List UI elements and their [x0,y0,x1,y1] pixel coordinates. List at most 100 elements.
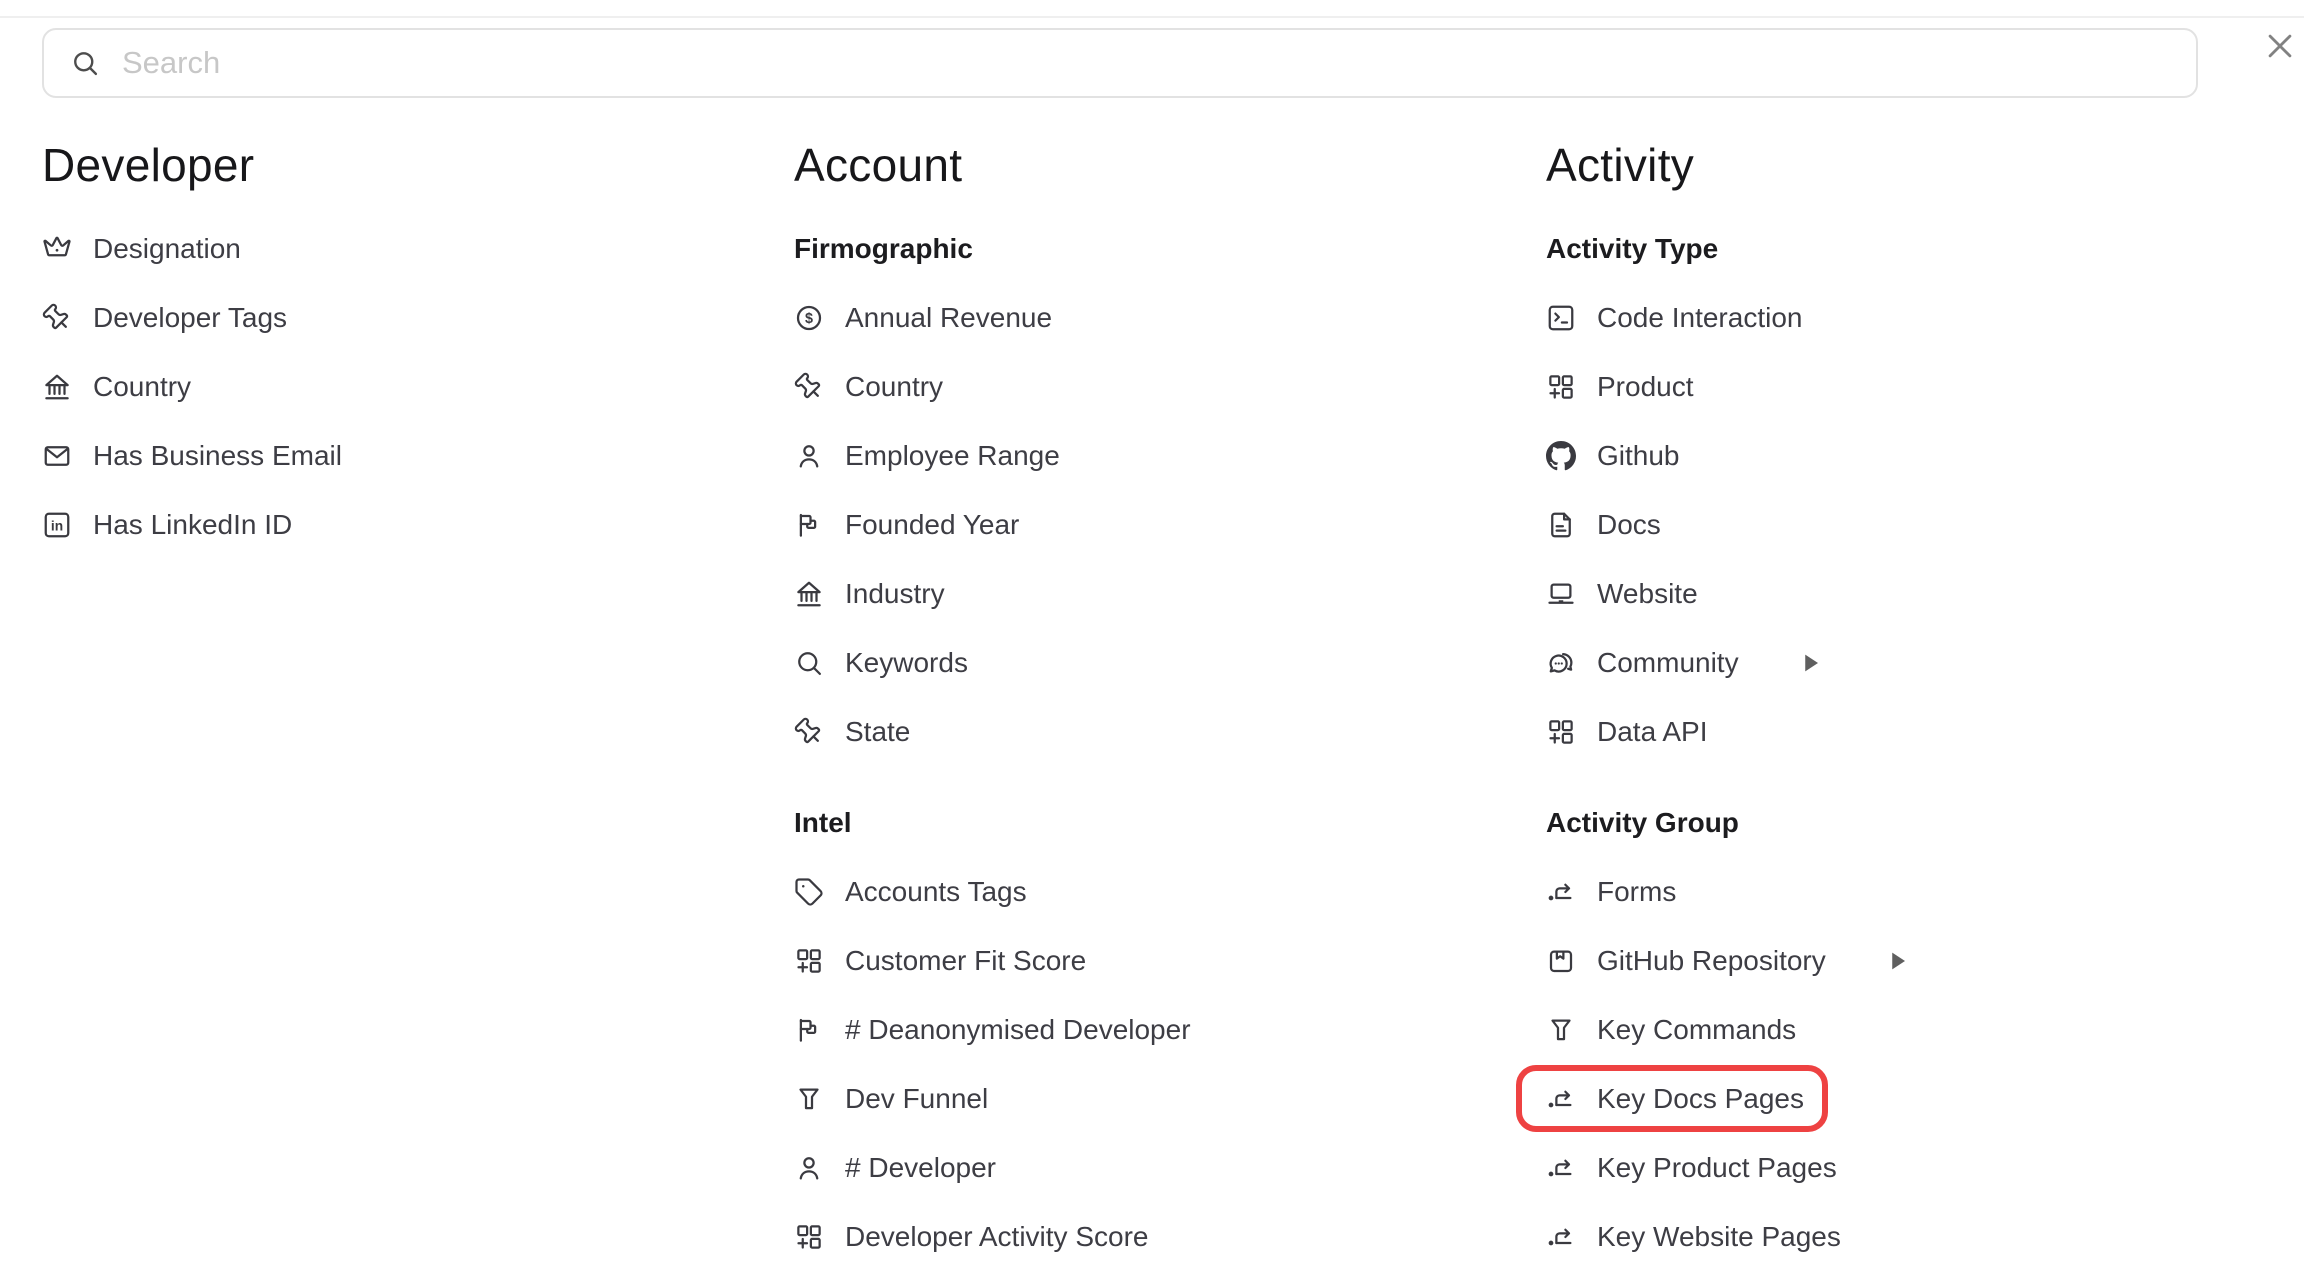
section-intel: Intel Accounts Tags Customer Fit Score # De… [794,788,1509,1271]
menu-item-label: Accounts Tags [845,876,1027,908]
menu-item-label: Keywords [845,647,968,679]
menu-item-label: Key Docs Pages [1597,1083,1804,1115]
menu-item-github-repository[interactable]: GitHub Repository [1546,926,1906,995]
column-title-activity: Activity [1546,138,2261,214]
funnel-icon [1546,1015,1576,1045]
menu-item-forms[interactable]: Forms [1546,857,1676,926]
menu-item-annual-revenue[interactable]: $ Annual Revenue [794,283,1052,352]
menu-item-github[interactable]: Github [1546,421,1680,490]
menu-item-label: Data API [1597,716,1708,748]
menu-item-developer[interactable]: # Developer [794,1133,996,1202]
menu-item-country[interactable]: Country [42,352,191,421]
menu-item-key-product-pages[interactable]: Key Product Pages [1546,1133,1837,1202]
column-account: AccountFirmographic $ Annual Revenue Countr… [794,138,1509,1271]
grid-plus-icon [1546,372,1576,402]
menu-item-country[interactable]: Country [794,352,943,421]
menu-item-designation[interactable]: Designation [42,214,241,283]
user-icon [794,441,824,471]
menu-item-label: Code Interaction [1597,302,1802,334]
column-title-account: Account [794,138,1509,214]
menu-item-key-docs-pages[interactable]: Key Docs Pages [1546,1064,1804,1133]
section-activity-group: Activity Group Forms GitHub Repository Key … [1546,788,2261,1271]
menu-item-deanonymised-developer[interactable]: # Deanonymised Developer [794,995,1191,1064]
menu-item-founded-year[interactable]: Founded Year [794,490,1019,559]
field-picker-columns: DeveloperDesignationDeveloper TagsCountr… [0,0,2304,1237]
chat-bubbles-icon [1546,648,1576,678]
submenu-arrow-icon [1891,951,1906,971]
section-heading-activity-type: Activity Type [1546,214,2261,283]
menu-item-docs[interactable]: Docs [1546,490,1661,559]
svg-text:$: $ [805,311,813,327]
svg-text:in: in [51,518,63,533]
section-heading-intel: Intel [794,788,1509,857]
linkedin-icon: in [42,510,72,540]
menu-item-label: State [845,716,910,748]
menu-item-state[interactable]: State [794,697,910,766]
menu-item-data-api[interactable]: Data API [1546,697,1708,766]
menu-item-label: Customer Fit Score [845,945,1086,977]
menu-item-label: Forms [1597,876,1676,908]
flow-icon [1546,1153,1576,1183]
flag-icon [794,510,824,540]
mail-icon [42,441,72,471]
menu-item-industry[interactable]: Industry [794,559,945,628]
menu-item-label: Founded Year [845,509,1019,541]
menu-item-product[interactable]: Product [1546,352,1694,421]
menu-item-employee-range[interactable]: Employee Range [794,421,1060,490]
menu-item-accounts-tags[interactable]: Accounts Tags [794,857,1027,926]
menu-item-keywords[interactable]: Keywords [794,628,968,697]
menu-item-developer-tags[interactable]: Developer Tags [42,283,287,352]
tag-icon [794,877,824,907]
section-heading-activity-group: Activity Group [1546,788,2261,857]
dollar-circle-icon: $ [794,303,824,333]
menu-item-code-interaction[interactable]: Code Interaction [1546,283,1802,352]
grid-plus-icon [794,946,824,976]
menu-item-label: # Deanonymised Developer [845,1014,1191,1046]
menu-item-label: Github [1597,440,1680,472]
pin-icon [794,372,824,402]
menu-item-label: Has Business Email [93,440,342,472]
menu-item-label: Country [93,371,191,403]
menu-item-label: Annual Revenue [845,302,1052,334]
menu-item-has-linkedin-id[interactable]: in Has LinkedIn ID [42,490,292,559]
landmark-icon [794,579,824,609]
laptop-icon [1546,579,1576,609]
column-developer: DeveloperDesignationDeveloper TagsCountr… [42,138,757,559]
section-activity-type: Activity Type Code Interaction Product Gith… [1546,214,2261,766]
column-activity: ActivityActivity Type Code Interaction Pro… [1546,138,2261,1271]
menu-item-label: Dev Funnel [845,1083,988,1115]
menu-item-label: GitHub Repository [1597,945,1826,977]
flag-icon [794,1015,824,1045]
repo-box-icon [1546,946,1576,976]
grid-plus-icon [1546,717,1576,747]
flow-icon [1546,877,1576,907]
search-icon [794,648,824,678]
crown-icon [42,234,72,264]
menu-item-website[interactable]: Website [1546,559,1698,628]
submenu-arrow-icon [1804,653,1819,673]
terminal-icon [1546,303,1576,333]
menu-item-has-business-email[interactable]: Has Business Email [42,421,342,490]
menu-item-label: Community [1597,647,1739,679]
menu-item-label: Designation [93,233,241,265]
menu-item-label: Docs [1597,509,1661,541]
menu-item-dev-funnel[interactable]: Dev Funnel [794,1064,988,1133]
menu-item-label: Website [1597,578,1698,610]
menu-item-label: Product [1597,371,1694,403]
section-developer-main: Designation Developer Tags Country Has Busi… [42,214,757,559]
menu-item-key-commands[interactable]: Key Commands [1546,995,1796,1064]
github-icon [1546,441,1576,471]
landmark-icon [42,372,72,402]
menu-item-label: Has LinkedIn ID [93,509,292,541]
menu-item-label: Developer Tags [93,302,287,334]
funnel-icon [794,1084,824,1114]
section-heading-firmographic: Firmographic [794,214,1509,283]
menu-item-customer-fit-score[interactable]: Customer Fit Score [794,926,1086,995]
menu-item-label: Industry [845,578,945,610]
pin-icon [794,717,824,747]
user-icon [794,1153,824,1183]
menu-item-community[interactable]: Community [1546,628,1819,697]
file-text-icon [1546,510,1576,540]
menu-item-label: Key Commands [1597,1014,1796,1046]
pin-icon [42,303,72,333]
